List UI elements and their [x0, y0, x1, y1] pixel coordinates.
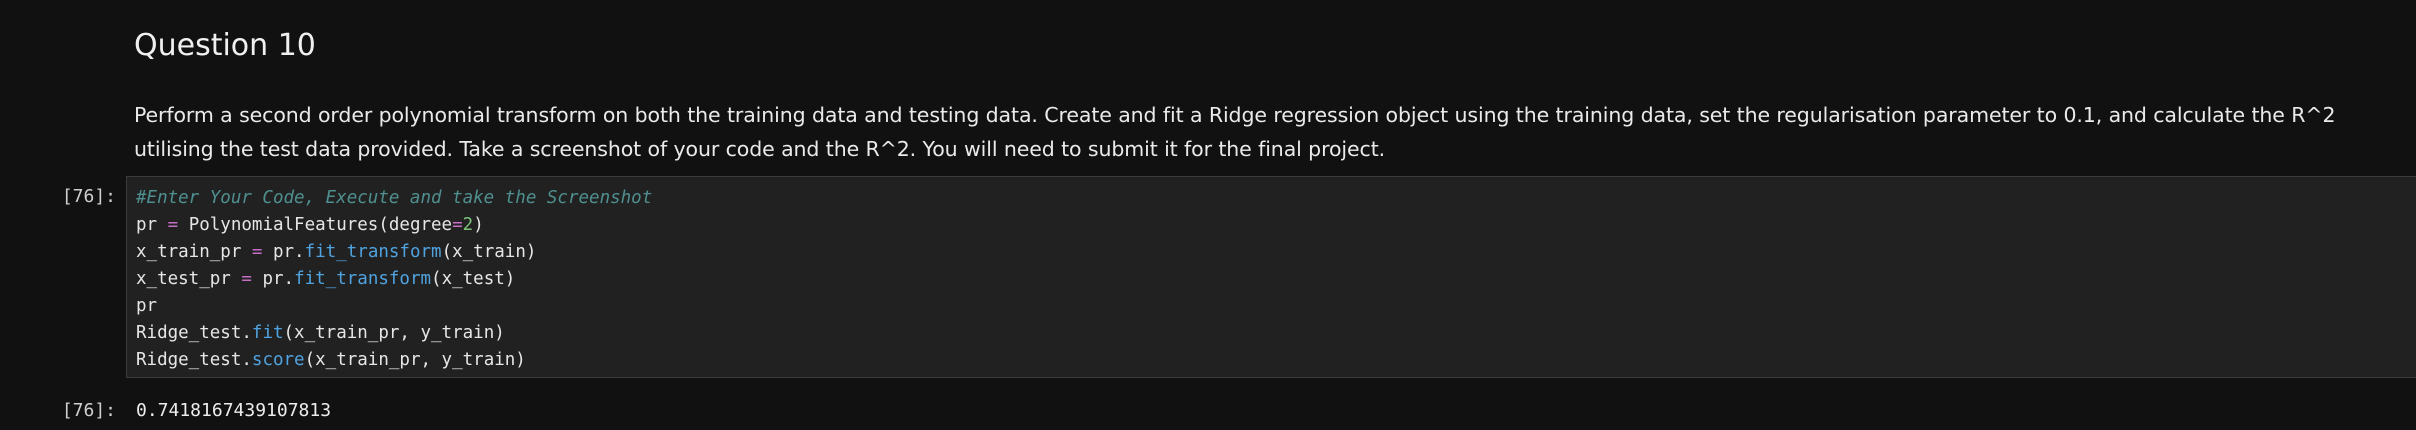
code-token: =	[452, 215, 463, 235]
code-line: #Enter Your Code, Execute and take the S…	[136, 185, 2416, 212]
code-line: Ridge_test.score(x_train_pr, y_train)	[136, 347, 2416, 374]
question-heading: Question 10	[134, 28, 316, 63]
code-token: =	[167, 215, 179, 235]
code-token: pr	[136, 215, 168, 235]
output-prompt: [76]:	[61, 400, 116, 421]
code-line: pr = PolynomialFeatures(degree=2)	[136, 212, 2416, 239]
question-description: Perform a second order polynomial transf…	[134, 103, 2336, 161]
code-line: x_train_pr = pr.fit_transform(x_train)	[136, 239, 2416, 266]
code-token: PolynomialFeatures(degree	[178, 215, 453, 235]
code-token: pr	[136, 296, 158, 316]
code-token: =	[251, 242, 263, 262]
code-token: =	[241, 269, 252, 289]
input-prompt: [76]:	[61, 186, 116, 207]
code-editor[interactable]: #Enter Your Code, Execute and take the S…	[126, 176, 2416, 378]
code-token: pr.	[251, 269, 295, 289]
code-token: fit_transform	[304, 242, 442, 262]
code-token: 2	[462, 215, 474, 235]
code-line: x_test_pr = pr.fit_transform(x_test)	[136, 266, 2416, 293]
code-token: x_train_pr	[136, 242, 252, 262]
code-token: fit_transform	[294, 269, 432, 289]
code-token: Ridge_test.	[136, 350, 252, 370]
code-token: x_test_pr	[136, 269, 242, 289]
code-token: Ridge_test.	[136, 323, 252, 343]
code-token: pr.	[262, 242, 305, 262]
markdown-cell: Question 10 Perform a second order polyn…	[134, 22, 2374, 166]
code-token: score	[251, 350, 305, 370]
code-token: (x_train_pr, y_train)	[304, 350, 526, 370]
code-token: fit	[251, 323, 284, 343]
code-token: )	[473, 215, 484, 235]
code-token: #Enter Your Code, Execute and take the S…	[136, 188, 653, 208]
code-token: (x_train_pr, y_train)	[283, 323, 505, 343]
code-line: Ridge_test.fit(x_train_pr, y_train)	[136, 320, 2416, 347]
output-value: 0.7418167439107813	[136, 400, 332, 421]
code-token: (x_test)	[431, 269, 516, 289]
code-token: (x_train)	[441, 242, 537, 262]
code-line: pr	[136, 293, 2416, 320]
